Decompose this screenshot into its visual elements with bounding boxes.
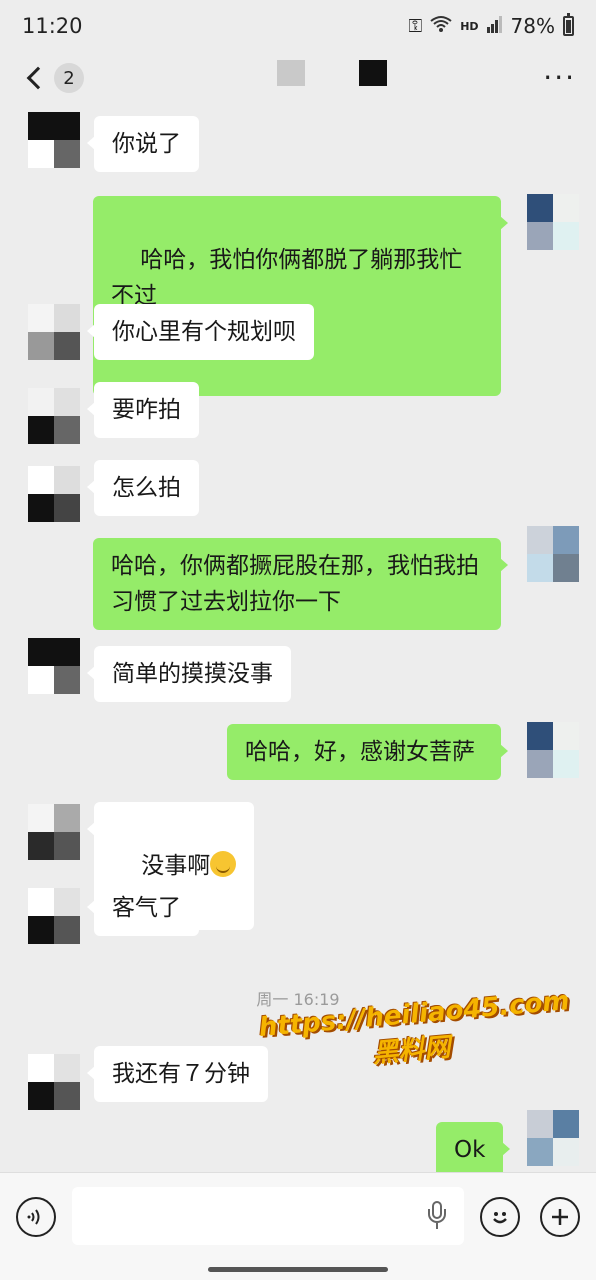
avatar[interactable] bbox=[527, 526, 579, 582]
avatar[interactable] bbox=[28, 638, 80, 694]
message-bubble-incoming[interactable]: 你心里有个规划呗 bbox=[87, 304, 314, 360]
battery-icon bbox=[563, 13, 574, 36]
message-bubble-outgoing[interactable]: 哈哈，我怕你俩都脱了躺那我忙不过 来 bbox=[93, 196, 508, 396]
chat-title-redacted bbox=[277, 60, 397, 88]
message-bubble-incoming[interactable]: 客气了 bbox=[87, 880, 199, 936]
microphone-icon[interactable] bbox=[428, 1201, 446, 1231]
chat-header: 2 ··· bbox=[0, 52, 596, 104]
back-button[interactable]: 2 bbox=[20, 63, 84, 93]
avatar[interactable] bbox=[28, 466, 80, 522]
message-bubble-outgoing[interactable]: 哈哈，你俩都撅屁股在那，我怕我拍 习惯了过去划拉你一下 bbox=[93, 538, 508, 630]
voice-icon[interactable] bbox=[16, 1197, 56, 1237]
message-bubble-incoming[interactable]: 怎么拍 bbox=[87, 460, 199, 516]
message-bubble-outgoing[interactable]: 哈哈，好，感谢女菩萨 bbox=[227, 724, 508, 780]
message-input[interactable] bbox=[72, 1187, 464, 1245]
message-list: 你说了 哈哈，我怕你俩都脱了躺那我忙不过 来 你心里有个规划呗 要咋拍 怎么拍 … bbox=[0, 104, 596, 1172]
avatar[interactable] bbox=[28, 112, 80, 168]
avatar[interactable] bbox=[527, 1110, 579, 1166]
redaction-block bbox=[359, 60, 387, 86]
avatar[interactable] bbox=[28, 388, 80, 444]
chevron-left-icon bbox=[26, 66, 50, 90]
plus-icon[interactable] bbox=[540, 1197, 580, 1237]
message-bubble-incoming[interactable]: 简单的摸摸没事 bbox=[87, 646, 291, 702]
key-icon: ⚿ bbox=[408, 15, 423, 37]
message-bubble-incoming[interactable]: 要咋拍 bbox=[87, 382, 199, 438]
smiley-icon[interactable] bbox=[480, 1197, 520, 1237]
status-bar: 11:20 ⚿ HD 78% bbox=[0, 0, 596, 52]
more-options-button[interactable]: ··· bbox=[543, 64, 576, 92]
message-text: 没事啊 bbox=[141, 853, 211, 879]
unread-count-badge: 2 bbox=[54, 63, 84, 93]
network-type: HD bbox=[460, 19, 479, 33]
home-indicator bbox=[208, 1267, 388, 1272]
avatar[interactable] bbox=[28, 888, 80, 944]
avatar[interactable] bbox=[28, 1054, 80, 1110]
tears-of-joy-emoji-icon bbox=[210, 851, 237, 877]
message-bubble-incoming[interactable]: 你说了 bbox=[87, 116, 199, 172]
status-time: 11:20 bbox=[22, 14, 83, 38]
input-bar bbox=[0, 1172, 596, 1280]
wifi-icon bbox=[430, 14, 452, 38]
message-bubble-outgoing[interactable]: Ok bbox=[436, 1122, 511, 1172]
avatar[interactable] bbox=[527, 194, 579, 250]
battery-percent: 78% bbox=[510, 14, 555, 38]
avatar[interactable] bbox=[28, 804, 80, 860]
redaction-block bbox=[277, 60, 305, 86]
status-icons: ⚿ HD 78% bbox=[408, 13, 574, 38]
signal-icon bbox=[486, 14, 503, 38]
message-bubble-incoming[interactable]: 我还有７分钟 bbox=[87, 1046, 268, 1102]
avatar[interactable] bbox=[28, 304, 80, 360]
avatar[interactable] bbox=[527, 722, 579, 778]
